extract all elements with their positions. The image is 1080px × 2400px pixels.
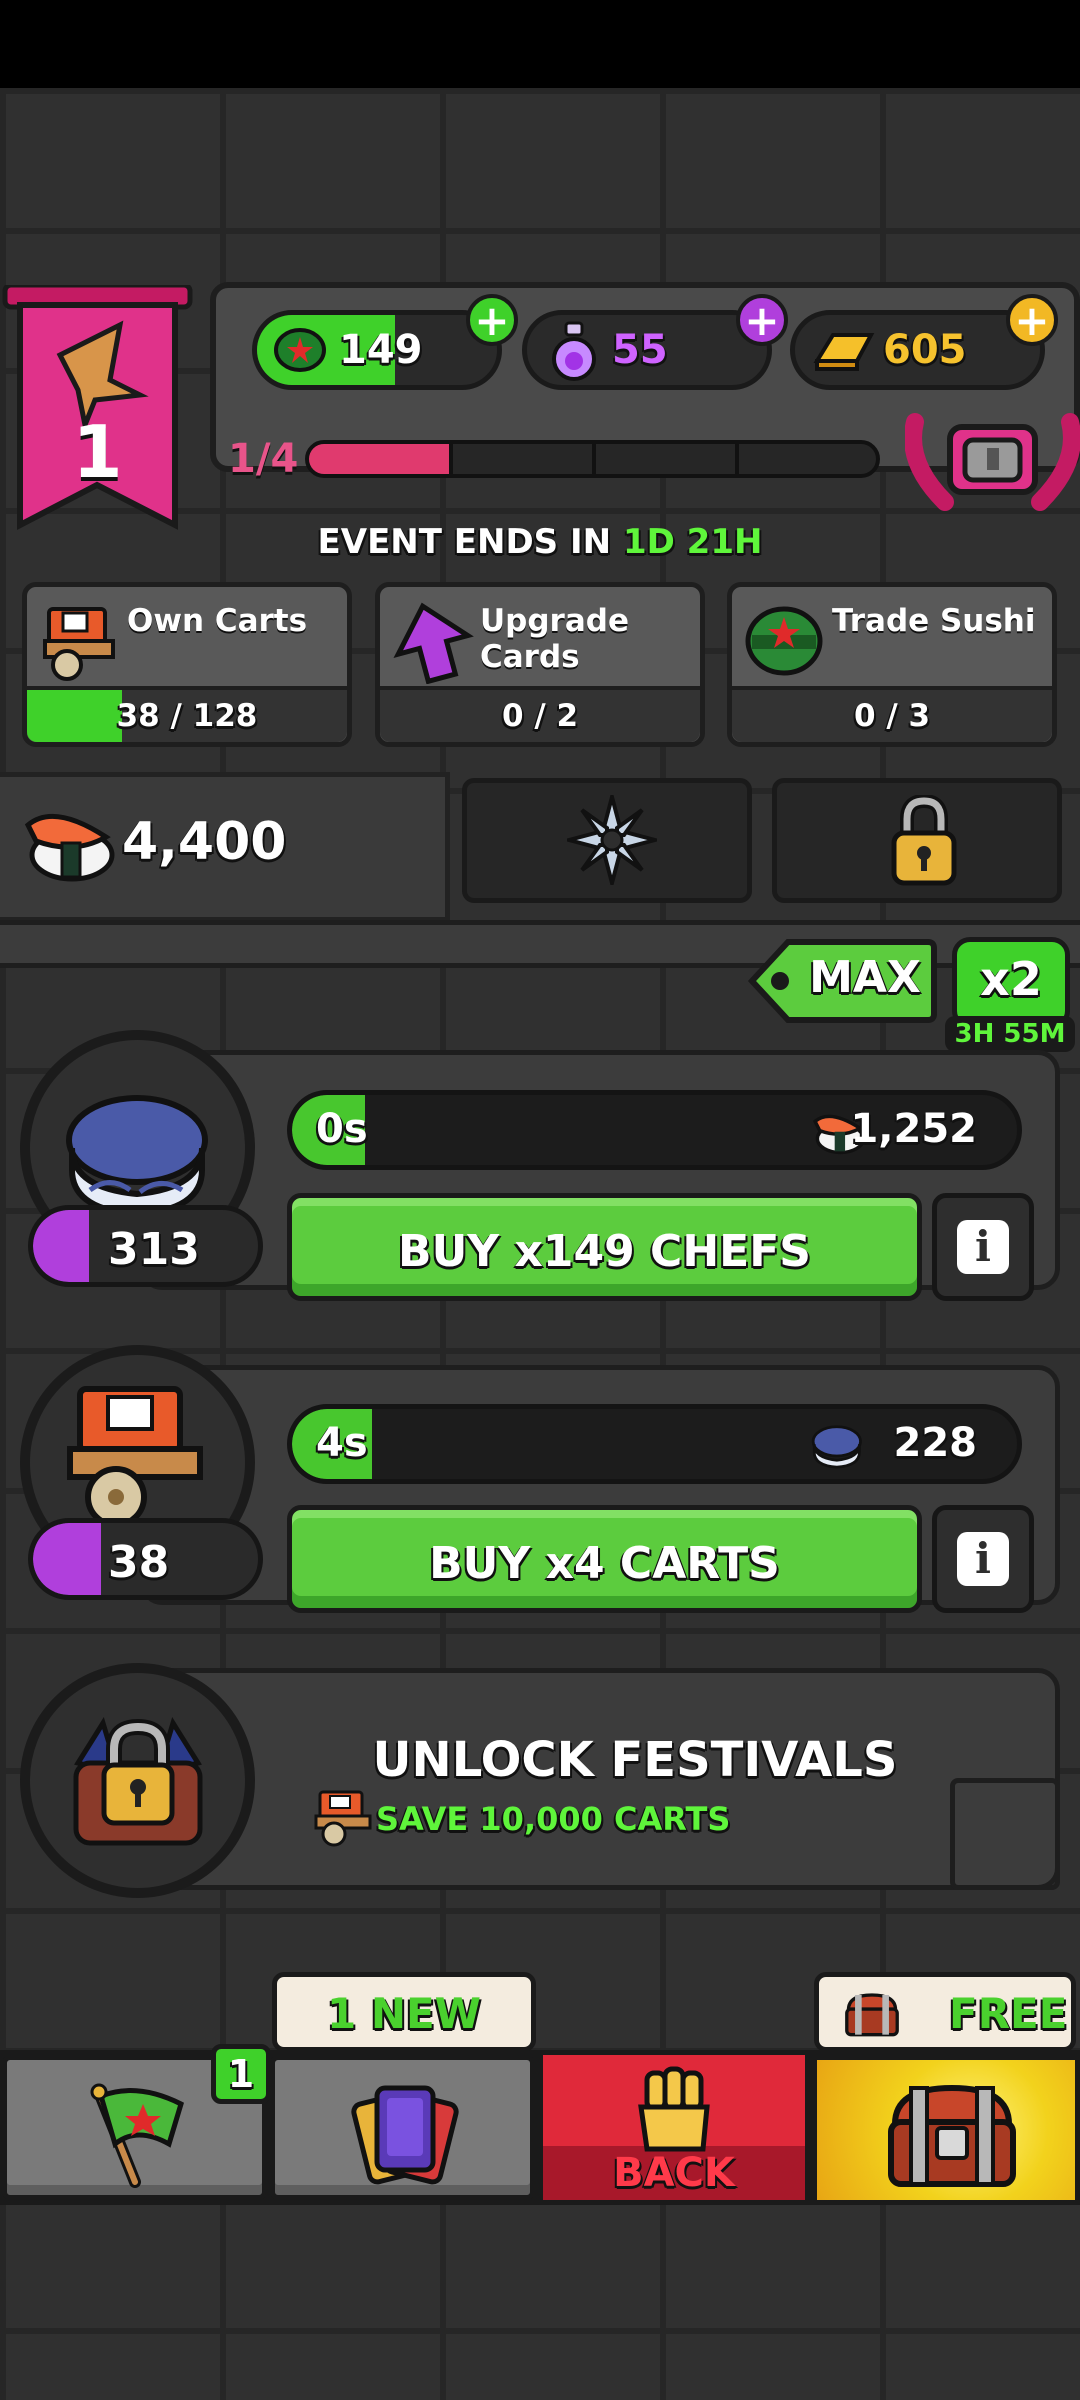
event-countdown: EVENT ENDS IN 1D 21H xyxy=(0,522,1080,562)
level-progress-bar xyxy=(305,440,880,478)
producer-level: 38 xyxy=(108,1537,170,1588)
shuriken-icon xyxy=(567,795,657,885)
add-tickets-button[interactable]: + xyxy=(466,294,518,346)
level-progress-label: 1/4 xyxy=(228,436,299,482)
x2-label: x2 xyxy=(980,952,1042,1006)
laurel-chest-reward-icon[interactable] xyxy=(905,402,1080,512)
info-icon: i xyxy=(957,1220,1009,1274)
producer-timer-bar: 0s 1,252 xyxy=(287,1090,1022,1170)
nav-tab-cards[interactable] xyxy=(270,2055,535,2200)
food-cart-icon xyxy=(43,607,115,681)
producer-level-fill xyxy=(33,1210,90,1282)
chef-hat-icon xyxy=(66,1095,208,1218)
tickets-counter[interactable]: 149 xyxy=(252,310,502,390)
potions-value: 55 xyxy=(612,327,668,373)
quest-title: Trade Sushi xyxy=(832,603,1036,639)
player-level: 1 xyxy=(72,410,123,494)
quest-trade-sushi[interactable]: Trade Sushi 0 / 3 xyxy=(727,582,1057,747)
quest-progress-bar: 38 / 128 xyxy=(27,686,347,742)
padlock-icon xyxy=(891,795,957,886)
quest-own-carts[interactable]: Own Carts 38 / 128 xyxy=(22,582,352,747)
shuriken-slot[interactable] xyxy=(462,778,752,903)
gold-bar-icon xyxy=(813,333,875,371)
sushi-icon xyxy=(24,813,115,882)
event-countdown-time: 1D 21H xyxy=(622,522,763,562)
treasure-chest-icon xyxy=(845,1993,899,2037)
flag-notification-badge: 1 xyxy=(211,2044,271,2104)
producer-yield: 1,252 xyxy=(850,1106,977,1152)
progress-segment-divider xyxy=(449,444,453,474)
add-gold-button[interactable]: + xyxy=(1006,294,1058,346)
quest-progress-bar: 0 / 2 xyxy=(380,686,700,742)
quest-progress-text: 38 / 128 xyxy=(116,698,258,734)
x2-timer: 3H 55M xyxy=(945,1016,1075,1052)
locked-festival-icon xyxy=(73,1716,203,1846)
unlock-festivals-title: UNLOCK FESTIVALS xyxy=(372,1732,898,1788)
quest-title: Own Carts xyxy=(127,603,308,639)
info-icon: i xyxy=(957,1532,1009,1586)
add-potions-button[interactable]: + xyxy=(736,294,788,346)
potions-counter[interactable]: 55 xyxy=(522,310,772,390)
tickets-value: 149 xyxy=(339,327,423,373)
cards-icon xyxy=(351,2085,459,2185)
unlock-panel-slot xyxy=(950,1778,1060,1890)
producer-timer: 4s xyxy=(316,1420,368,1466)
treasure-chest-icon xyxy=(888,2084,1016,2187)
chefs-info-button[interactable]: i xyxy=(932,1193,1034,1301)
ninja-head-icon xyxy=(274,328,326,372)
quest-progress-bar: 0 / 3 xyxy=(732,686,1052,742)
progress-segment-divider xyxy=(592,444,596,474)
progress-segment-divider xyxy=(735,444,739,474)
buy-chefs-label: BUY x149 CHEFS xyxy=(398,1226,811,1277)
upgrade-arrow-icon xyxy=(393,602,474,684)
food-cart-icon xyxy=(67,1386,203,1528)
producer-yield: 228 xyxy=(893,1420,978,1466)
score-value: 4,400 xyxy=(122,812,287,872)
producer-level-pill: 38 xyxy=(28,1518,263,1600)
carts-info-button[interactable]: i xyxy=(932,1505,1034,1613)
nav-back-button[interactable]: BACK xyxy=(538,2050,810,2205)
level-progress-fill xyxy=(309,444,451,474)
unlock-icon-frame xyxy=(20,1663,255,1898)
buy-carts-label: BUY x4 CARTS xyxy=(429,1538,780,1589)
producer-timer-bar: 4s 228 xyxy=(287,1404,1022,1484)
food-cart-icon xyxy=(314,1790,372,1847)
producer-level-pill: 313 xyxy=(28,1205,263,1287)
quest-title: Upgrade Cards xyxy=(480,603,629,675)
max-label: MAX xyxy=(809,952,921,1003)
unlock-festivals-requirement: SAVE 10,000 CARTS xyxy=(376,1800,731,1838)
cards-new-tag: 1 NEW xyxy=(272,1972,536,2052)
gold-value: 605 xyxy=(883,327,967,373)
chef-hat-icon xyxy=(811,1425,862,1469)
locked-slot[interactable] xyxy=(772,778,1062,903)
buy-carts-button[interactable]: BUY x4 CARTS xyxy=(287,1505,922,1613)
cards-new-label: 1 NEW xyxy=(326,1989,481,2038)
buy-chefs-button[interactable]: BUY x149 CHEFS xyxy=(287,1193,922,1301)
quest-upgrade-cards[interactable]: Upgrade Cards 0 / 2 xyxy=(375,582,705,747)
status-bar xyxy=(0,0,1080,88)
quest-progress-text: 0 / 3 xyxy=(853,698,931,734)
fist-icon xyxy=(638,2066,710,2152)
event-countdown-prefix: EVENT ENDS IN xyxy=(317,522,612,562)
back-label: BACK xyxy=(613,2150,735,2196)
ninja-head-icon xyxy=(745,606,823,676)
nav-tab-free-chest[interactable] xyxy=(812,2055,1080,2205)
quest-progress-text: 0 / 2 xyxy=(501,698,579,734)
producer-level: 313 xyxy=(108,1224,200,1275)
free-chest-label: FREE xyxy=(949,1989,1068,2038)
producer-timer: 0s xyxy=(316,1106,368,1152)
free-chest-tag: FREE xyxy=(814,1972,1076,2052)
producer-level-fill xyxy=(33,1523,101,1595)
flag-icon xyxy=(90,2083,184,2188)
potion-bottle-icon xyxy=(552,321,596,381)
